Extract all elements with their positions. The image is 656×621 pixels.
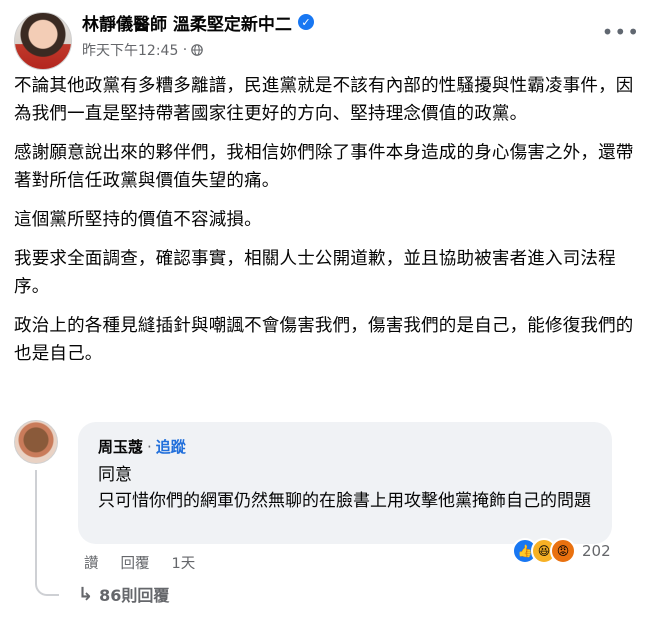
like-button[interactable]: 讚 <box>84 552 99 573</box>
comment-time[interactable]: 1天 <box>172 552 196 573</box>
comment-line: 只可惜你們的網軍仍然無聊的在臉書上用攻擊他黨掩飾自己的問題 <box>98 491 591 511</box>
post-meta: 昨天下午12:45 · <box>82 40 204 60</box>
comment-thread: 周玉蔻 · 追蹤 同意 只可惜你們的網軍仍然無聊的在臉書上用攻擊他黨掩飾自己的問… <box>14 420 640 620</box>
comment-line: 同意 <box>98 465 132 485</box>
comment-author-row: 周玉蔻 · 追蹤 <box>98 436 186 457</box>
author-name[interactable]: 林靜儀醫師 溫柔堅定新中二 <box>82 10 292 35</box>
follow-button[interactable]: 追蹤 <box>156 436 186 457</box>
post-paragraph: 這個黨所堅持的價值不容減損。 <box>14 210 262 230</box>
comment-text: 同意 只可惜你們的網軍仍然無聊的在臉書上用攻擊他黨掩飾自己的問題 <box>98 462 598 514</box>
thread-connector <box>35 470 59 596</box>
globe-icon <box>191 44 204 56</box>
reply-button[interactable]: 回覆 <box>121 552 150 573</box>
reaction-summary[interactable]: 👍 😆 😡 202 <box>512 538 611 564</box>
more-options-icon[interactable]: ••• <box>602 20 640 44</box>
post-header: 林靜儀醫師 溫柔堅定新中二 ✓ 昨天下午12:45 · ••• <box>14 8 644 70</box>
reply-arrow-icon: ↳ <box>78 583 94 605</box>
view-replies-link[interactable]: ↳ 86則回覆 <box>78 582 169 606</box>
post-paragraph: 政治上的各種見縫插針與嘲諷不會傷害我們，傷害我們的是自己，能修復我們的也是自己。 <box>14 316 634 364</box>
author-name-row: 林靜儀醫師 溫柔堅定新中二 ✓ <box>82 10 314 35</box>
author-avatar[interactable] <box>14 12 72 70</box>
post-paragraph: 感謝願意說出來的夥伴們，我相信妳們除了事件本身造成的身心傷害之外，還帶著對所信任… <box>14 143 634 191</box>
commenter-avatar[interactable] <box>14 420 58 464</box>
post-timestamp[interactable]: 昨天下午12:45 <box>82 40 178 60</box>
comment-author[interactable]: 周玉蔻 <box>98 436 143 457</box>
post-paragraph: 我要求全面調查，確認事實，相關人士公開道歉，並且協助被害者進入司法程序。 <box>14 249 616 297</box>
verified-badge-icon: ✓ <box>297 14 314 30</box>
reaction-count: 202 <box>582 542 611 560</box>
post-paragraph: 不論其他政黨有多糟多離譜，民進黨就是不該有內部的性騷擾與性霸凌事件，因為我們一直… <box>14 76 634 124</box>
post-body: 不論其他政黨有多糟多離譜，民進黨就是不該有內部的性騷擾與性霸凌事件，因為我們一直… <box>14 72 640 379</box>
comment-actions: 讚 回覆 1天 <box>84 552 217 573</box>
replies-label: 86則回覆 <box>99 586 170 605</box>
separator-dot: · <box>147 437 152 456</box>
angry-reaction-icon: 😡 <box>550 538 576 564</box>
comment-bubble: 周玉蔻 · 追蹤 同意 只可惜你們的網軍仍然無聊的在臉書上用攻擊他黨掩飾自己的問… <box>78 422 612 544</box>
